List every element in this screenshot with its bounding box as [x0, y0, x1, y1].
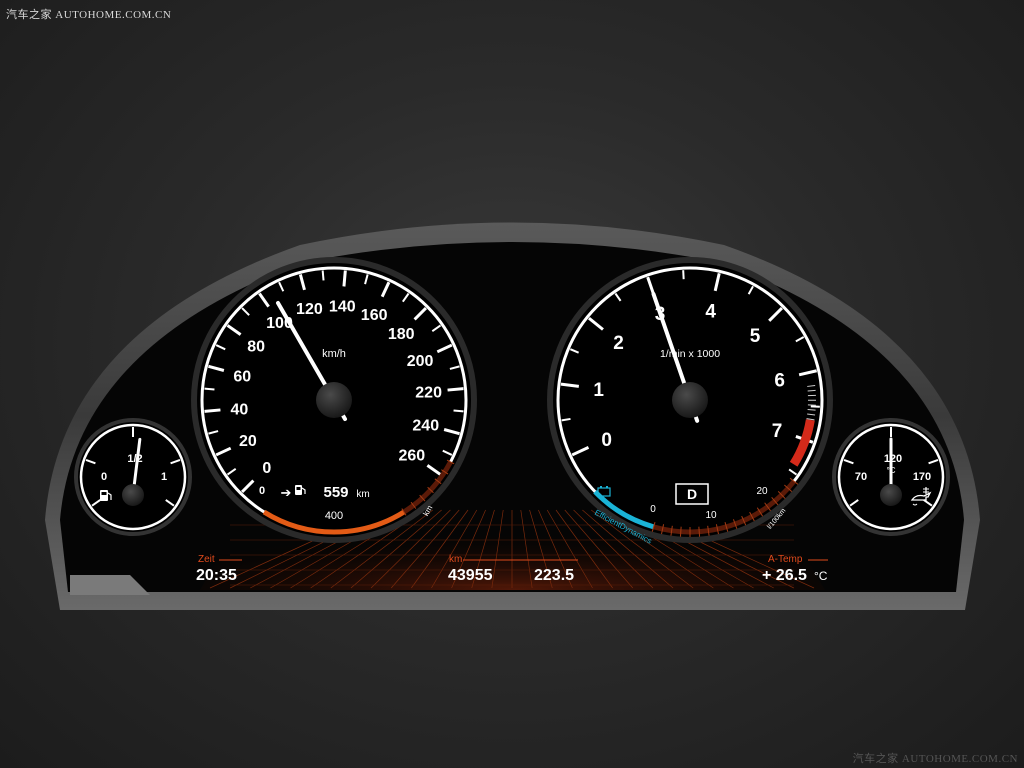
- cluster-svg: 020406080100120 140160180200220240260 km/…: [45, 222, 980, 610]
- range-unit: km: [356, 489, 369, 500]
- oil-high-label: 170: [913, 471, 931, 483]
- speed-tick-label: 60: [233, 368, 251, 385]
- fuel-gauge: 0 1/2 1: [74, 418, 192, 536]
- speed-tick-label: 240: [412, 418, 439, 435]
- km-label: km: [449, 554, 462, 565]
- speed-tick-label: 140: [329, 298, 356, 315]
- tachometer: 01234567 1/min x 1000 D 0 10 20 l/100km …: [547, 257, 833, 546]
- consumption-max: 20: [756, 486, 768, 497]
- fuel-full-label: 1: [161, 471, 167, 483]
- speed-tick-label: 80: [247, 339, 265, 356]
- consumption-tick: [698, 526, 701, 537]
- oil-hub: [880, 484, 902, 506]
- speed-unit: km/h: [322, 348, 346, 360]
- rpm-tick-label: 7: [772, 421, 783, 442]
- speed-tick-label: 0: [262, 460, 271, 477]
- fuel-empty-label: 0: [101, 471, 107, 483]
- speed-tick: [447, 387, 464, 392]
- redline-hatch: [807, 408, 816, 411]
- oil-mid-label: 120: [884, 453, 902, 465]
- fuel-hub: [122, 484, 144, 506]
- speed-tick-label: 220: [415, 385, 442, 402]
- consumption-tick: [679, 526, 682, 537]
- fuel-half-label: 1/2: [127, 453, 142, 465]
- speed-tick: [321, 270, 325, 281]
- time-label: Zeit: [198, 554, 215, 565]
- oil-low-label: 70: [855, 471, 867, 483]
- rpm-tick-label: 6: [774, 370, 785, 391]
- outside-temp-value: + 26.5: [762, 567, 807, 584]
- rpm-tick-label: 4: [705, 301, 716, 322]
- rpm-unit: 1/min x 1000: [660, 348, 720, 360]
- instrument-cluster-screen: 汽车之家 AUTOHOME.COM.CN 汽车之家 AUTOHOME.COM.C…: [0, 0, 1024, 768]
- speed-tick-label: 160: [361, 307, 388, 324]
- fuel-scale-mid: 400: [325, 510, 343, 522]
- speed-tick: [204, 408, 221, 413]
- clock-value: 20:35: [196, 567, 237, 584]
- speed-tick-label: 40: [230, 401, 248, 418]
- rpm-tick: [561, 417, 571, 422]
- consumption-mid: 10: [705, 510, 717, 521]
- outside-temp-label: A-Temp: [768, 554, 803, 565]
- speed-tick-label: 260: [398, 447, 425, 464]
- speedometer: 020406080100120 140160180200220240260 km/…: [191, 257, 477, 543]
- odometer-value: 43955: [448, 567, 493, 584]
- speed-tick-label: 20: [239, 433, 257, 450]
- speed-tick: [342, 270, 347, 287]
- outside-temp-unit: °C: [814, 569, 828, 583]
- gear-indicator: D: [687, 486, 697, 502]
- speed-tick: [204, 387, 215, 391]
- speed-tick-label: 180: [388, 326, 415, 343]
- speed-tick-label: 120: [296, 301, 323, 318]
- speed-tick: [453, 409, 464, 413]
- rpm-tick-label: 5: [750, 326, 761, 347]
- redline-hatch: [807, 389, 816, 392]
- oil-temp-gauge: 70 120 °C 170: [832, 418, 950, 536]
- consumption-min: 0: [650, 504, 656, 515]
- rpm-tick-label: 1: [593, 380, 604, 401]
- trip-value: 223.5: [534, 567, 574, 584]
- rpm-tick-label: 2: [613, 333, 624, 354]
- rpm-tick-label: 0: [601, 430, 612, 451]
- speed-tick-label: 200: [407, 353, 434, 370]
- range-distance: 559: [323, 484, 348, 501]
- range-zero: 0: [259, 485, 265, 497]
- range-arrow-icon: ➔: [281, 485, 292, 500]
- speed-hub: [316, 382, 352, 418]
- rpm-hub: [672, 382, 708, 418]
